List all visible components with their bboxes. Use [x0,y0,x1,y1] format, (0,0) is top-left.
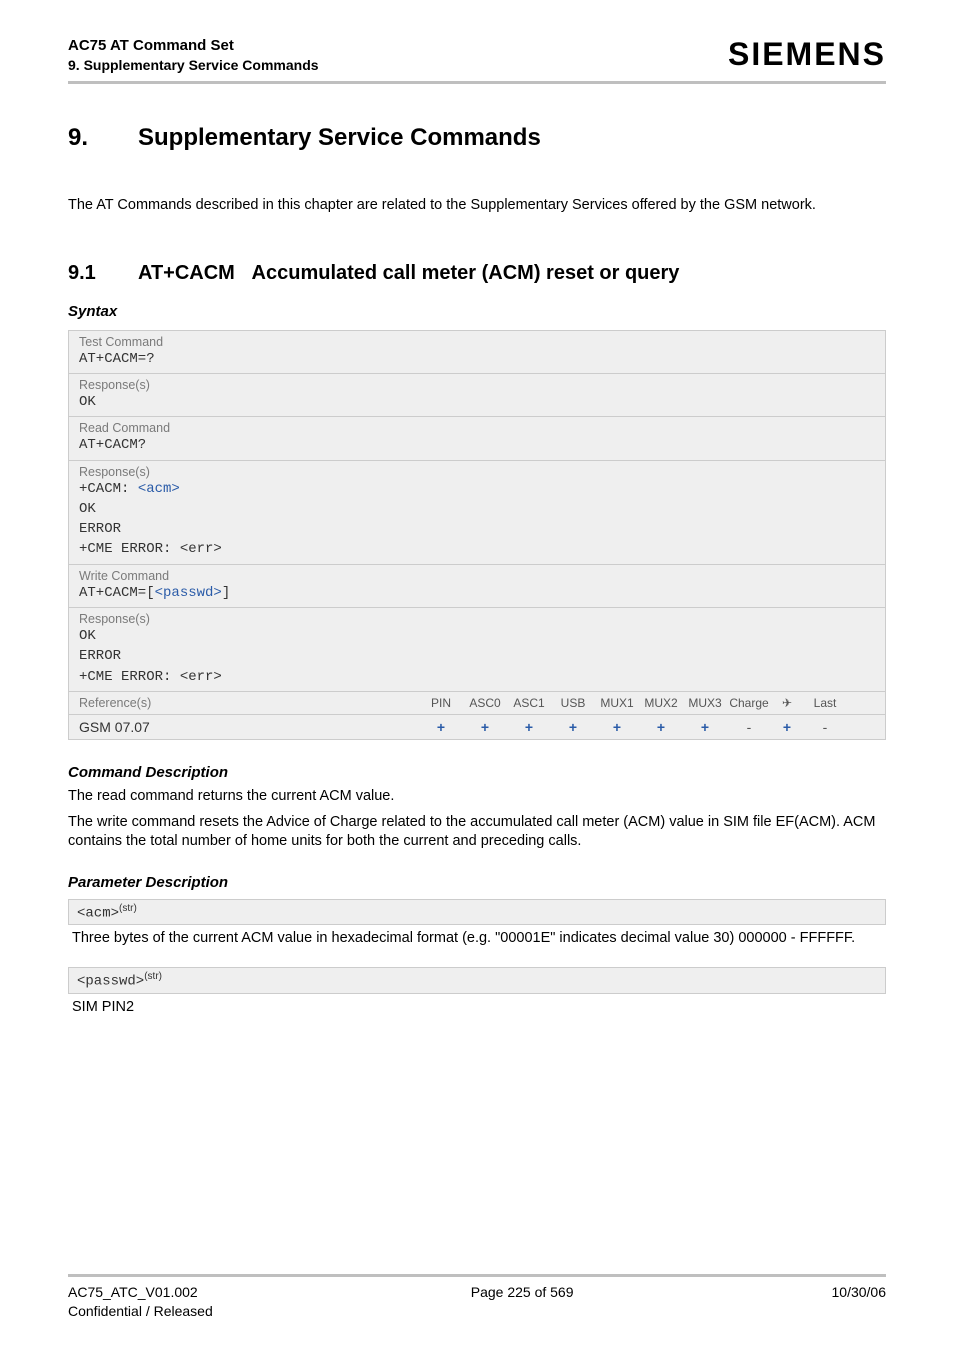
ref-col-mux2: MUX2 [639,696,683,710]
chapter-intro: The AT Commands described in this chapte… [68,196,886,216]
ref-col-asc0: ASC0 [463,696,507,710]
section-heading: 9.1AT+CACM Accumulated call meter (ACM) … [68,262,886,285]
read-resp-prefix: +CACM: [79,481,138,497]
param-passwd-name: <passwd> [77,974,144,990]
chapter-heading: 9.Supplementary Service Commands [68,124,886,152]
gsm-val-mux1: + [595,719,639,735]
gsm-val-airplane: + [771,719,803,735]
test-response-label: Response(s) [79,378,875,392]
test-command-row: Test Command AT+CACM=? [69,331,885,374]
write-code-suffix: ] [222,585,230,601]
ref-col-mux3: MUX3 [683,696,727,710]
param-passwd-type: (str) [144,971,162,982]
syntax-box: Test Command AT+CACM=? Response(s) OK Re… [68,330,886,740]
doc-subtitle: 9. Supplementary Service Commands [68,56,319,75]
gsm-val-mux3: + [683,719,727,735]
section-cmd: AT+CACM [138,262,235,284]
header-left: AC75 AT Command Set 9. Supplementary Ser… [68,36,319,75]
write-command-row: Write Command AT+CACM=[<passwd>] [69,565,885,608]
param-acm-name: <acm> [77,905,119,921]
page-header: AC75 AT Command Set 9. Supplementary Ser… [68,36,886,84]
reference-label: Reference(s) [79,696,419,710]
write-command-code: AT+CACM=[<passwd>] [79,583,875,603]
cmd-desc-p1: The read command returns the current ACM… [68,787,886,807]
test-command-code: AT+CACM=? [79,349,875,369]
write-code-prefix: AT+CACM=[ [79,585,155,601]
test-response-code: OK [79,392,875,412]
footer-right: 10/30/06 [832,1283,887,1321]
ref-col-last: Last [803,696,847,710]
gsm-val-asc0: + [463,719,507,735]
cmd-desc-p2: The write command resets the Advice of C… [68,813,886,852]
read-response-label: Response(s) [79,465,875,479]
read-response-code: +CACM: <acm> OK ERROR +CME ERROR: <err> [79,479,875,560]
page-footer: AC75_ATC_V01.002 Confidential / Released… [68,1274,886,1321]
read-command-label: Read Command [79,421,875,435]
write-command-label: Write Command [79,569,875,583]
param-acm-text: Three bytes of the current ACM value in … [68,929,886,949]
gsm-label: GSM 07.07 [79,719,419,735]
read-command-code: AT+CACM? [79,435,875,455]
gsm-val-pin: + [419,719,463,735]
reference-columns: PIN ASC0 ASC1 USB MUX1 MUX2 MUX3 Charge … [419,696,847,710]
reference-header-row: Reference(s) PIN ASC0 ASC1 USB MUX1 MUX2… [69,692,885,715]
test-command-label: Test Command [79,335,875,349]
gsm-val-asc1: + [507,719,551,735]
section-number: 9.1 [68,262,138,285]
read-command-row: Read Command AT+CACM? [69,417,885,460]
ref-col-asc1: ASC1 [507,696,551,710]
gsm-val-usb: + [551,719,595,735]
gsm-val-charge: - [727,719,771,735]
read-resp-rest: OK ERROR +CME ERROR: <err> [79,501,222,558]
ref-col-mux1: MUX1 [595,696,639,710]
write-response-label: Response(s) [79,612,875,626]
param-passwd-text: SIM PIN2 [68,998,886,1018]
doc-title: AC75 AT Command Set [68,36,319,56]
write-response-code: OK ERROR +CME ERROR: <err> [79,626,875,687]
command-description-label: Command Description [68,764,886,781]
section-title-text: Accumulated call meter (ACM) reset or qu… [252,262,680,284]
gsm-values: + + + + + + + - + - [419,719,847,735]
passwd-link[interactable]: <passwd> [155,585,222,601]
page: AC75 AT Command Set 9. Supplementary Ser… [0,0,954,1351]
ref-col-charge: Charge [727,696,771,710]
test-response-row: Response(s) OK [69,374,885,417]
acm-link[interactable]: <acm> [138,481,180,497]
footer-left: AC75_ATC_V01.002 Confidential / Released [68,1283,213,1321]
write-response-row: Response(s) OK ERROR +CME ERROR: <err> [69,608,885,692]
ref-col-pin: PIN [419,696,463,710]
syntax-label: Syntax [68,303,886,320]
param-acm-type: (str) [119,903,137,914]
footer-confidential: Confidential / Released [68,1302,213,1321]
footer-version: AC75_ATC_V01.002 [68,1283,213,1302]
ref-col-airplane-icon: ✈ [771,696,803,710]
chapter-title-text: Supplementary Service Commands [138,124,541,151]
gsm-val-last: - [803,719,847,735]
chapter-number: 9. [68,124,138,152]
parameter-description-label: Parameter Description [68,874,886,891]
param-acm: <acm>(str) [68,899,886,926]
gsm-val-mux2: + [639,719,683,735]
param-passwd: <passwd>(str) [68,967,886,994]
footer-center: Page 225 of 569 [471,1283,574,1321]
ref-col-usb: USB [551,696,595,710]
read-response-row: Response(s) +CACM: <acm> OK ERROR +CME E… [69,461,885,565]
brand-logo: SIEMENS [728,36,886,73]
gsm-row: GSM 07.07 + + + + + + + - + - [69,715,885,739]
